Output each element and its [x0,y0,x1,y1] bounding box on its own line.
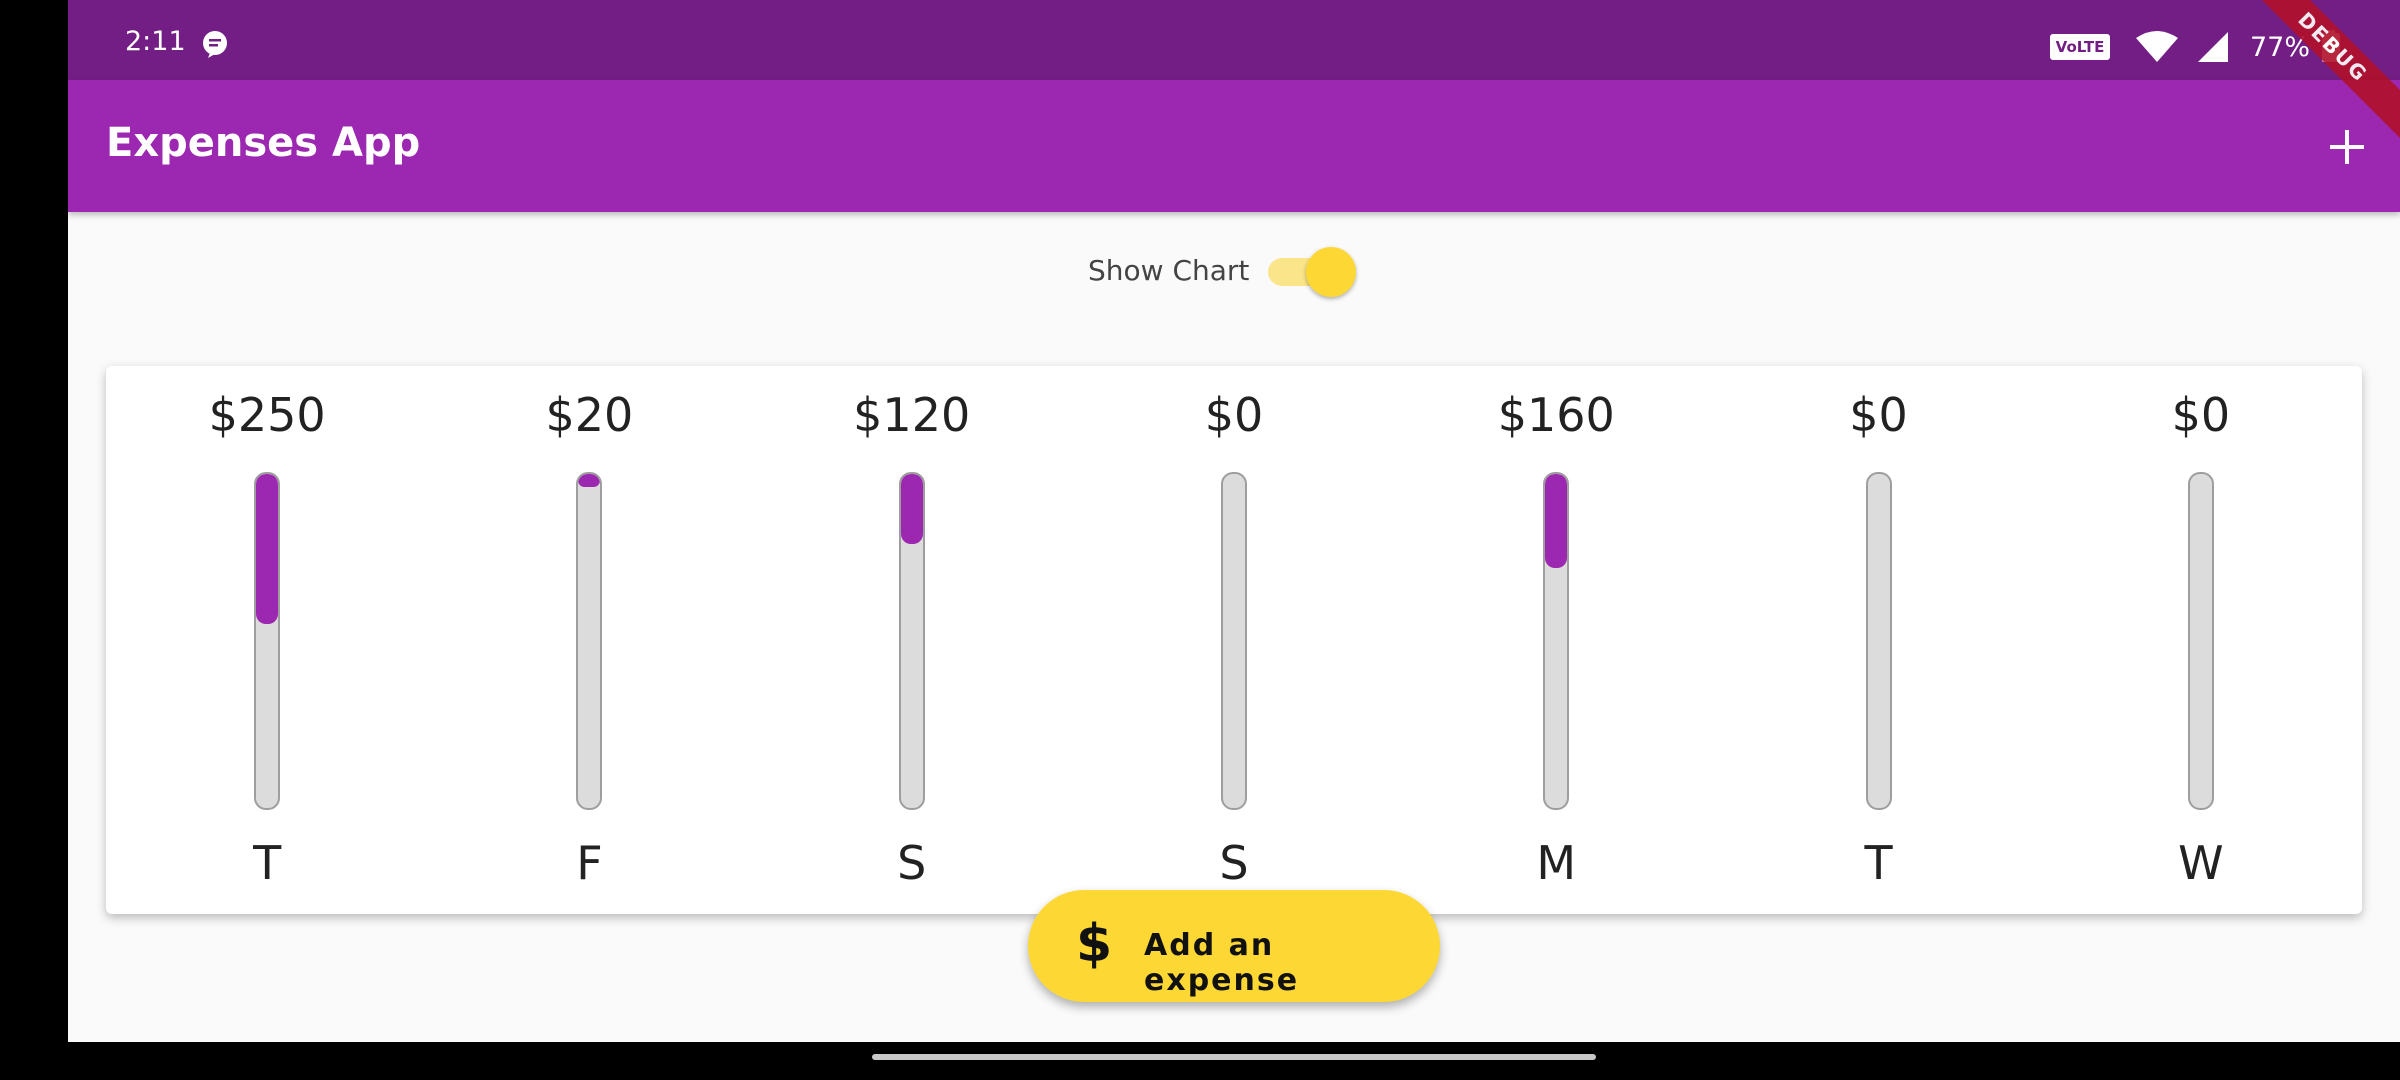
bar-day-label: T [253,836,282,890]
bar-day-label: F [576,836,603,890]
show-chart-label: Show Chart [1088,254,1250,287]
bar-day-label: W [2178,836,2224,890]
bar-amount: $250 [208,388,326,442]
status-time: 2:11 [125,26,186,57]
chart-bar-0: $250 T [207,366,327,914]
bar-day-label: S [1219,836,1249,890]
switch-thumb[interactable] [1306,247,1356,297]
bar-fill [900,474,923,544]
bar-track [2187,472,2214,810]
system-navigation-bar [68,1042,2400,1080]
app-title: Expenses App [106,120,421,166]
show-chart-switch[interactable] [1268,247,1358,297]
bar-amount: $0 [2171,388,2231,442]
volte-icon: VoLTE [2050,34,2110,60]
show-chart-row: Show Chart [68,247,2400,297]
bar-amount: $0 [1849,388,1908,442]
bar-track [1221,472,1247,810]
cellular-signal-icon [2198,32,2228,62]
bar-amount: $120 [853,388,971,442]
add-expense-label: Add an expense [1144,928,1300,998]
bar-amount: $0 [1204,388,1264,442]
chart-bar-2: $120 S [852,366,972,914]
bar-fill [578,474,601,487]
bar-track [898,472,925,810]
expense-chart-card: $250 T $20 F $120 S $0 S $160 M $0 T $0 W [106,366,2362,914]
bar-amount: $160 [1497,388,1615,442]
chart-bar-5: $0 T [1819,366,1939,914]
app-bar: Expenses App [68,80,2400,212]
wifi-icon [2136,31,2178,62]
bar-fill [1545,474,1568,568]
plus-icon[interactable] [2324,124,2370,170]
bar-day-label: T [1864,836,1893,890]
bar-track [1865,472,1892,810]
dollar-icon: $ [1076,914,1113,974]
home-indicator[interactable] [872,1054,1596,1060]
chart-bar-6: $0 W [2141,366,2261,914]
bar-day-label: S [897,836,927,890]
add-expense-button[interactable]: $ Add an expense [1028,890,1440,1002]
chart-bar-4: $160 M [1496,366,1616,914]
message-notification-icon [203,31,227,58]
status-bar: 2:11 VoLTE 77% [68,0,2400,80]
bar-fill [256,474,279,624]
bar-day-label: M [1536,836,1577,890]
bar-track [1543,472,1570,810]
bar-track [254,472,281,810]
app-screen: 2:11 VoLTE 77% Expenses App DEBUG Show C… [68,0,2400,1042]
chart-bar-1: $20 F [529,366,649,914]
chart-bar-3: $0 S [1174,366,1294,914]
bar-track [576,472,603,810]
bar-amount: $20 [545,388,634,442]
